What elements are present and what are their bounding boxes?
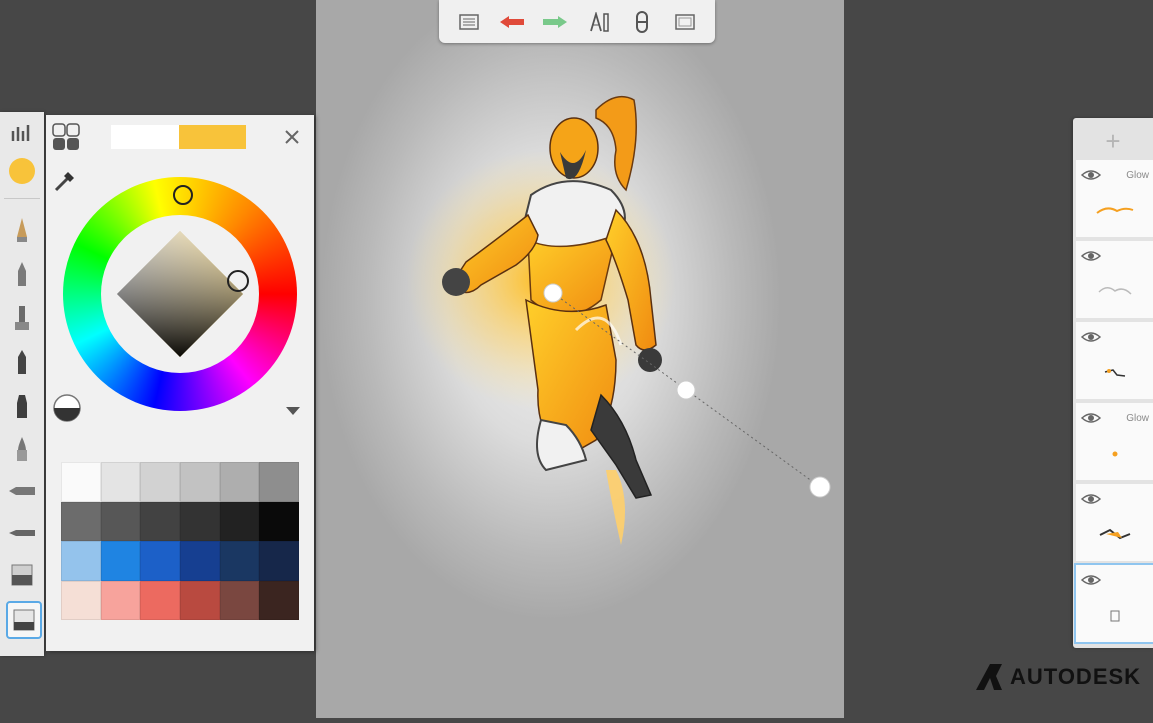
color-puck-icon[interactable] [52, 393, 82, 428]
color-selector-handle[interactable] [227, 270, 249, 292]
marker-icon[interactable] [6, 389, 38, 423]
layer-item[interactable]: Glow [1076, 403, 1153, 480]
color-swatch[interactable] [259, 501, 299, 541]
smudge-brush-icon[interactable] [6, 558, 38, 592]
color-swatch[interactable] [259, 462, 299, 502]
color-swatch[interactable] [140, 541, 180, 581]
symmetry-icon[interactable] [628, 8, 656, 36]
color-swatch[interactable] [180, 580, 220, 620]
color-swatch[interactable] [61, 580, 101, 620]
color-swatch-grid [61, 462, 299, 620]
layers-panel: + Glow Glow [1073, 118, 1153, 648]
visibility-eye-icon[interactable] [1080, 330, 1102, 348]
eyedropper-icon[interactable] [54, 168, 78, 197]
brush-library-icon[interactable] [6, 116, 38, 150]
color-swatch[interactable] [219, 462, 260, 502]
artwork-figure [406, 95, 831, 545]
visibility-eye-icon[interactable] [1080, 573, 1102, 591]
color-swatch[interactable] [180, 462, 220, 502]
color-swatch[interactable] [219, 580, 260, 620]
color-swatch[interactable] [180, 541, 220, 581]
color-swatch[interactable] [259, 580, 299, 620]
color-swatch[interactable] [259, 541, 299, 581]
color-swatch[interactable] [61, 501, 101, 541]
color-mode-grid-icon[interactable] [52, 123, 80, 156]
visibility-eye-icon[interactable] [1080, 411, 1102, 429]
saturation-value-square[interactable] [117, 231, 243, 357]
current-color-button[interactable] [6, 154, 38, 188]
autodesk-logo-icon [976, 664, 1002, 690]
ink-pen-icon[interactable] [6, 345, 38, 379]
color-swatch[interactable] [219, 501, 260, 541]
color-swatch[interactable] [100, 501, 141, 541]
autodesk-logo: AUTODESK [974, 660, 1141, 694]
layer-thumbnail [1076, 593, 1153, 638]
fullscreen-icon[interactable] [671, 8, 699, 36]
layer-item[interactable] [1076, 322, 1153, 399]
chisel-brush-icon[interactable] [6, 474, 38, 508]
undo-icon[interactable] [498, 8, 526, 36]
layer-item[interactable] [1074, 563, 1153, 644]
color-swatch[interactable] [140, 580, 180, 620]
layer-thumbnail [1076, 350, 1153, 395]
paintbrush-icon[interactable] [6, 432, 38, 466]
close-icon[interactable] [282, 127, 302, 152]
drawing-canvas[interactable] [316, 0, 844, 718]
visibility-eye-icon[interactable] [1080, 168, 1102, 186]
layer-item[interactable] [1076, 241, 1153, 318]
brush-palette-rail [0, 112, 44, 656]
color-swatch[interactable] [100, 462, 141, 502]
visibility-eye-icon[interactable] [1080, 492, 1102, 510]
hue-selector-handle[interactable] [173, 185, 193, 205]
layer-name: Glow [1126, 170, 1149, 181]
layer-thumbnail [1076, 188, 1153, 233]
layer-thumbnail [1076, 269, 1153, 314]
current-color-preview[interactable] [179, 125, 246, 149]
color-swatch[interactable] [140, 462, 180, 502]
layers-list-icon[interactable] [455, 8, 483, 36]
autodesk-wordmark: AUTODESK [1010, 664, 1142, 689]
layer-name: Glow [1126, 413, 1149, 424]
color-swatch[interactable] [140, 501, 180, 541]
color-swatch[interactable] [219, 541, 260, 581]
airbrush-icon[interactable] [6, 301, 38, 335]
divider [4, 198, 40, 199]
color-swatch[interactable] [180, 501, 220, 541]
redo-icon[interactable] [541, 8, 569, 36]
color-editor-panel [46, 115, 314, 651]
flat-brush-icon[interactable] [6, 516, 38, 550]
previous-color-swatch[interactable] [111, 125, 179, 149]
layer-item[interactable]: Glow [1076, 160, 1153, 237]
eraser-brush-icon[interactable] [6, 601, 42, 639]
ballpoint-brush-icon[interactable] [6, 257, 38, 291]
ruler-tools-icon[interactable] [585, 8, 613, 36]
visibility-eye-icon[interactable] [1080, 249, 1102, 267]
color-swatch[interactable] [61, 462, 101, 502]
add-layer-button[interactable]: + [1073, 122, 1153, 160]
color-swatch[interactable] [100, 541, 141, 581]
current-color-swatch [9, 158, 35, 184]
expand-chevron-icon[interactable] [285, 403, 301, 421]
layer-thumbnail [1076, 431, 1153, 476]
pencil-brush-icon[interactable] [6, 213, 38, 247]
color-swatch[interactable] [100, 580, 141, 620]
layer-item[interactable] [1076, 484, 1153, 561]
main-toolbar [439, 0, 715, 43]
layer-thumbnail [1076, 512, 1153, 557]
color-swatch[interactable] [61, 541, 101, 581]
